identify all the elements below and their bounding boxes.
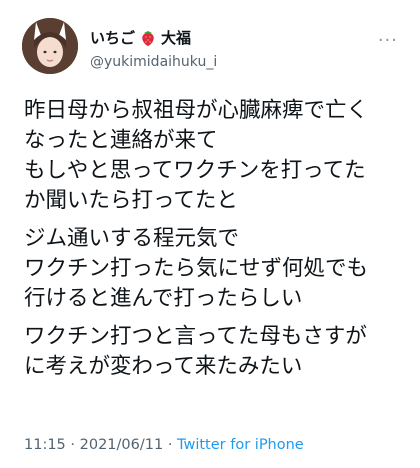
tweet-line: に考えが変わって来たみたい bbox=[24, 354, 303, 379]
tweet-meta: 11:15 · 2021/06/11 · Twitter for iPhone bbox=[24, 437, 304, 453]
meta-separator: · bbox=[70, 437, 76, 453]
tweet-time[interactable]: 11:15 bbox=[24, 437, 66, 453]
meta-separator: · bbox=[167, 437, 173, 453]
display-name-part2: 大福 bbox=[161, 29, 192, 47]
tweet-line: 昨日母から叔祖母が心臓麻痺で亡く bbox=[24, 98, 369, 123]
strawberry-icon bbox=[139, 29, 157, 47]
tweet-line: か聞いたら打ってたと bbox=[24, 188, 238, 213]
tweet-source-link[interactable]: Twitter for iPhone bbox=[177, 437, 304, 453]
tweet-date[interactable]: 2021/06/11 bbox=[80, 437, 164, 453]
tweet-line: 行けると進んで打ったらしい bbox=[24, 286, 303, 311]
tweet-text: 昨日母から叔祖母が心臓麻痺で亡く なったと連絡が来て もしやと思ってワクチンを打… bbox=[24, 96, 408, 390]
user-handle[interactable]: @yukimidaihuku_i bbox=[90, 54, 217, 70]
display-name[interactable]: いちご 大福 bbox=[90, 27, 191, 48]
display-name-part1: いちご bbox=[90, 29, 136, 47]
tweet-paragraph: ジム通いする程元気で ワクチン打ったら気にせず何処でも 行けると進んで打ったらし… bbox=[24, 224, 408, 314]
avatar[interactable] bbox=[22, 18, 78, 74]
more-options-icon[interactable]: ··· bbox=[378, 30, 398, 51]
tweet-line: なったと連絡が来て bbox=[24, 128, 218, 153]
tweet-line: ワクチン打ったら気にせず何処でも bbox=[24, 256, 369, 281]
tweet-paragraph: 昨日母から叔祖母が心臓麻痺で亡く なったと連絡が来て もしやと思ってワクチンを打… bbox=[24, 96, 408, 216]
tweet-line: ジム通いする程元気で bbox=[24, 226, 240, 251]
tweet-paragraph: ワクチン打つと言ってた母もさすが に考えが変わって来たみたい bbox=[24, 322, 408, 382]
tweet-header: いちご 大福 @yukimidaihuku_i ··· bbox=[0, 0, 420, 90]
tweet-line: ワクチン打つと言ってた母もさすが bbox=[24, 324, 367, 349]
tweet-line: もしやと思ってワクチンを打ってた bbox=[24, 158, 366, 183]
